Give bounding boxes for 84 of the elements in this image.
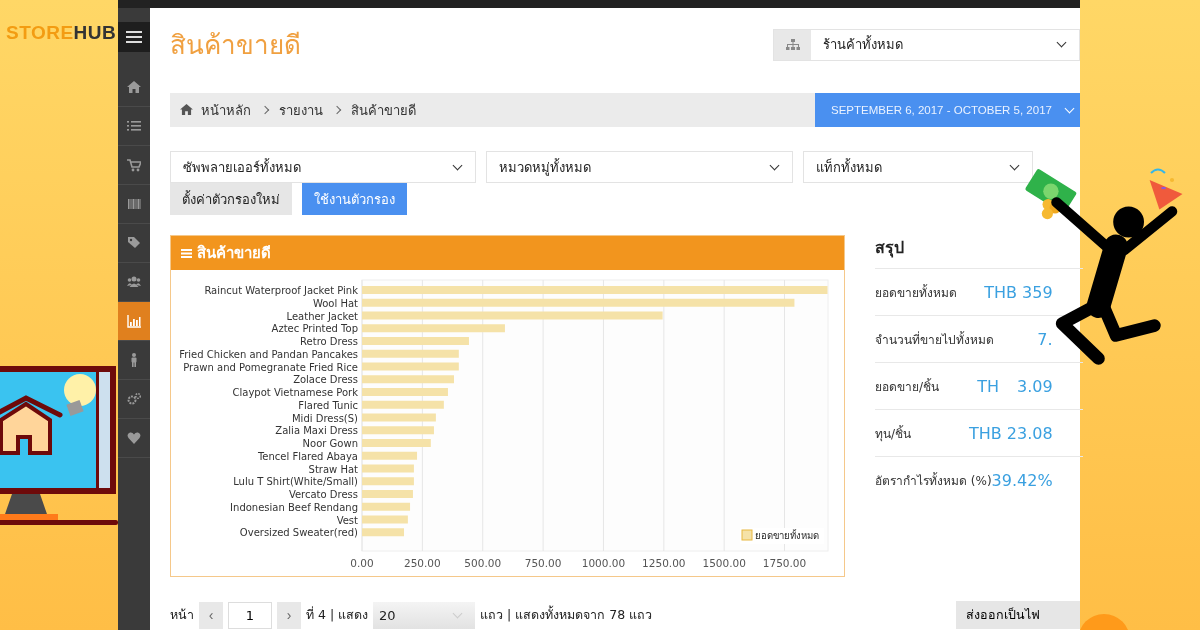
users-icon <box>127 275 141 289</box>
summary-label: อัตรากำไรทั้งหมด (%) <box>875 471 992 490</box>
store-select[interactable]: ร้านค้าทั้งหมด <box>773 28 1080 61</box>
barcode-icon <box>127 197 141 211</box>
panel-title: สินค้าขายดี <box>197 243 271 264</box>
summary-value: TH <box>977 376 999 396</box>
category-label: Fried Chicken and Pandan Pancakes <box>179 348 358 360</box>
summary-label: จำนวนที่ขายไปทั้งหมด <box>875 330 994 349</box>
page-count-text: ที่ 4 | แสดง <box>306 605 369 624</box>
breadcrumb-link[interactable]: หน้าหลัก <box>201 99 251 121</box>
category-label: Prawn and Pomegranate Fried Rice <box>183 361 358 373</box>
axis-tick-label: 1250.00 <box>642 557 686 569</box>
storehub-logo: STOREHUB <box>5 22 117 44</box>
category-label: Midi Dress(S) <box>291 412 358 424</box>
filter-select[interactable]: หมวดหมู่ทั้งหมด <box>486 151 793 183</box>
summary-title: สรุป <box>875 235 1083 269</box>
previous-page-button[interactable]: ‹ <box>199 601 223 629</box>
summary-value: 39.42% <box>991 470 1053 490</box>
rows-per-page-select[interactable]: 20 <box>373 601 476 629</box>
home-icon <box>180 103 193 115</box>
bar <box>362 515 408 524</box>
category-label: Noor Gown <box>302 438 358 449</box>
bar <box>362 426 434 435</box>
category-label: Zolace Dress <box>293 374 358 386</box>
axis-tick-label: 0.00 <box>350 557 374 569</box>
category-label: Claypot Vietnamese Pork <box>232 387 358 398</box>
axis-tick-label: 750.00 <box>524 557 562 569</box>
category-label: Lulu T Shirt(White/Small) <box>233 476 358 488</box>
summary-value: 7. <box>1037 329 1053 349</box>
sidebar-item[interactable] <box>118 302 150 341</box>
bar <box>362 528 404 537</box>
row-count-text: แถว | แสดงทั้งหมดจาก 78 แถว <box>480 605 653 624</box>
export-button[interactable]: ส่งออกเป็นไฟ <box>956 601 1080 629</box>
category-label: Wool Hat <box>312 297 358 309</box>
category-label: Flared Tunic <box>298 399 358 411</box>
breadcrumb-link[interactable]: รายงาน <box>279 99 323 121</box>
home-icon <box>127 80 141 94</box>
summary-value: THB 359 <box>984 282 1053 302</box>
menu-icon <box>181 248 192 258</box>
bar <box>362 477 414 486</box>
summary-label: ยอดขายทั้งหมด <box>875 283 957 302</box>
bar <box>362 502 411 511</box>
category-label: Aztec Printed Top <box>271 323 358 335</box>
summary-value: 3.09 <box>1017 376 1053 396</box>
axis-tick-label: 500.00 <box>464 557 502 569</box>
summary-value: THB 23.08 <box>968 423 1053 443</box>
sitemap-icon <box>785 38 800 51</box>
next-page-button[interactable]: › <box>277 601 301 629</box>
bar-chart-icon <box>127 314 141 328</box>
menu-icon <box>126 30 142 44</box>
bar <box>362 490 413 498</box>
category-label: Retro Dress <box>300 336 358 347</box>
bar <box>362 439 431 447</box>
heart-icon <box>127 431 141 445</box>
category-label: Vercato Dress <box>288 489 358 500</box>
bar <box>362 464 414 473</box>
category-label: Raincut Waterproof Jacket Pink <box>204 285 358 296</box>
cart-icon <box>127 158 141 172</box>
category-label: Oversized Sweater(red) <box>239 527 358 539</box>
category-label: Tencel Flared Abaya <box>257 450 358 462</box>
page-input[interactable]: 1 <box>228 601 272 629</box>
page-label: หน้า <box>170 606 194 624</box>
gears-icon <box>127 392 141 406</box>
category-label: Vest <box>336 514 358 526</box>
filter-select[interactable]: ซัพพลายเออร์ทั้งหมด <box>170 151 476 183</box>
category-label: Leather Jacket <box>286 310 358 322</box>
list-icon <box>127 119 141 133</box>
legend-label: ยอดขายทั้งหมด <box>755 529 819 541</box>
breadcrumb-link[interactable]: สินค้าขายดี <box>351 99 416 121</box>
filter-select[interactable]: แท็กทั้งหมด <box>803 151 1033 183</box>
summary-label: ยอดขาย/ชิ้น <box>875 377 940 396</box>
reset-filter-button[interactable]: ตั้งค่าตัวกรองใหม่ <box>170 183 292 215</box>
category-label: Straw Hat <box>308 463 358 475</box>
axis-tick-label: 1750.00 <box>762 557 807 569</box>
menu-button[interactable] <box>118 22 150 52</box>
axis-tick-label: 1000.00 <box>581 557 626 569</box>
axis-tick-label: 250.00 <box>404 557 441 569</box>
page-title: สินค้าขายดี <box>170 29 301 62</box>
bar <box>362 451 418 460</box>
category-label: Indonesian Beef Rendang <box>230 501 358 513</box>
tag-icon <box>127 236 141 250</box>
axis-tick-label: 1500.00 <box>702 557 746 569</box>
summary-label: ทุน/ชิ้น <box>875 424 912 443</box>
category-label: Zalia Maxi Dress <box>275 425 358 437</box>
